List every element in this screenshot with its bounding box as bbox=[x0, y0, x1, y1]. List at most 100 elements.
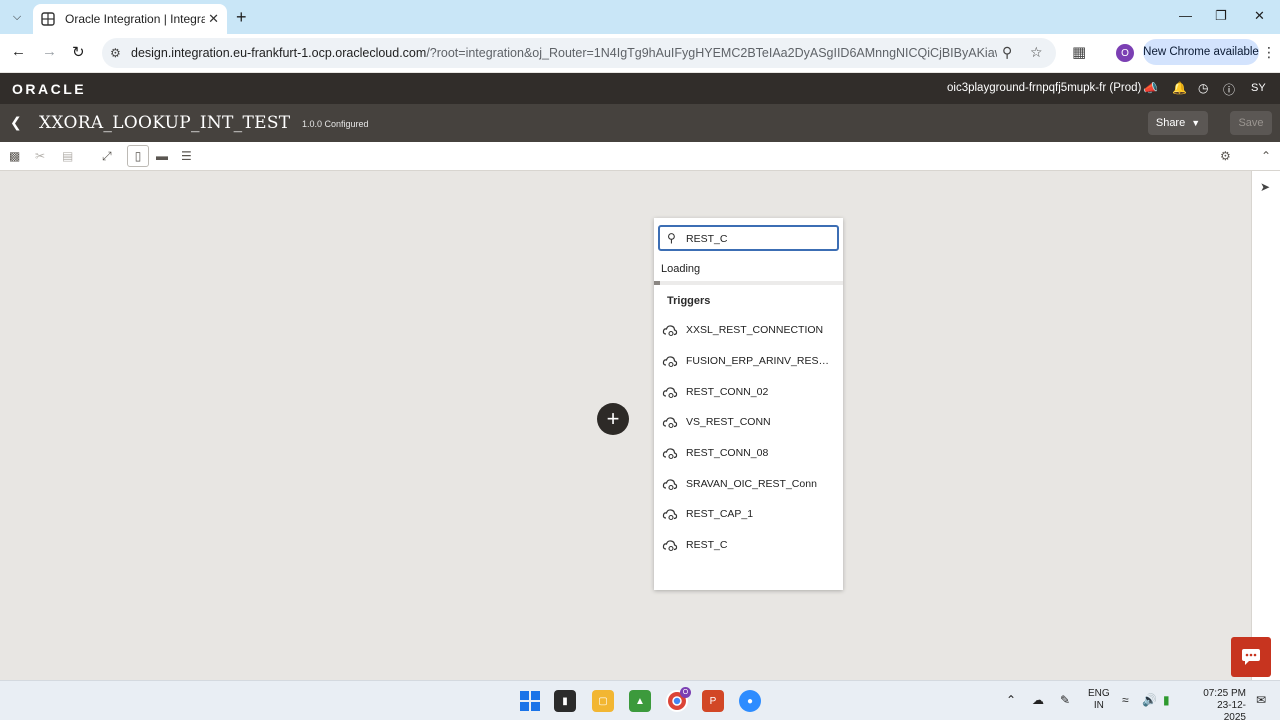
collapse-up-icon[interactable]: ⌃ bbox=[1261, 149, 1271, 163]
connection-list-item[interactable]: REST_CONN_08 bbox=[654, 438, 843, 469]
terminal-app-icon[interactable]: ▮ bbox=[554, 690, 576, 712]
connection-name: REST_C bbox=[686, 539, 728, 552]
connection-list-item[interactable]: REST_C bbox=[654, 530, 843, 561]
forward-arrow-icon[interactable]: → bbox=[42, 43, 57, 60]
rest-adapter-cloud-icon bbox=[662, 479, 678, 490]
input-language-indicator[interactable]: ENG IN bbox=[1088, 688, 1110, 712]
paste-icon[interactable]: ▤ bbox=[62, 149, 73, 163]
browser-tab-strip: ⌵ Oracle Integration | Integration ✕ + —… bbox=[0, 0, 1280, 34]
notification-center-icon[interactable]: ✉ bbox=[1256, 693, 1266, 707]
trigger-search-box[interactable]: ⚲ bbox=[658, 225, 839, 251]
share-button-label: Share bbox=[1155, 117, 1186, 129]
rest-adapter-cloud-icon bbox=[662, 356, 678, 368]
oracle-header: ORACLE oic3playground-frnpqfj5mupk-fr (P… bbox=[0, 73, 1280, 104]
browser-toolbar: ← → ↻ ⚙ design.integration.eu-frankfurt-… bbox=[0, 34, 1280, 72]
bookmark-star-icon[interactable]: ☆ bbox=[1030, 44, 1043, 61]
region-code: IN bbox=[1093, 700, 1104, 711]
zoom-magnifier-icon[interactable]: ⚲ bbox=[1002, 44, 1012, 61]
new-tab-plus-icon[interactable]: + bbox=[236, 8, 247, 26]
oracle-logo[interactable]: ORACLE bbox=[12, 81, 86, 97]
user-menu[interactable]: SY bbox=[1251, 82, 1266, 94]
rest-adapter-cloud-icon bbox=[662, 417, 678, 429]
clock-time: 07:25 PM bbox=[1203, 688, 1246, 699]
pseudo-view-icon[interactable]: ☰ bbox=[181, 149, 192, 163]
volume-icon[interactable]: 🔊 bbox=[1142, 693, 1157, 707]
wifi-icon[interactable]: ≈ bbox=[1122, 693, 1129, 707]
restore-icon[interactable]: ❐ bbox=[1215, 8, 1227, 24]
back-chevron-icon[interactable]: ❮ bbox=[10, 114, 22, 131]
windows-taskbar: ▮ ▢ ▲ O P ● ⌃ ☁ ✎ ENG IN ≈ 🔊 ▮ 07:25 PM … bbox=[0, 680, 1280, 720]
vertical-layout-icon[interactable]: ▯ bbox=[127, 145, 149, 167]
powerpoint-icon[interactable]: P bbox=[702, 690, 724, 712]
tray-overflow-chevron-icon[interactable]: ⌃ bbox=[1006, 693, 1016, 707]
select-icon[interactable]: ▩ bbox=[9, 149, 20, 163]
oracle-integration-favicon-icon bbox=[41, 12, 55, 26]
connection-list-item[interactable]: REST_CONN_02 bbox=[654, 376, 843, 407]
connection-list-item[interactable]: FUSION_ERP_ARINV_REST_C... bbox=[654, 346, 843, 377]
connection-name: REST_CONN_08 bbox=[686, 447, 769, 460]
address-bar[interactable]: ⚙ design.integration.eu-frankfurt-1.ocp.… bbox=[102, 38, 1056, 68]
add-trigger-plus-button[interactable]: + bbox=[597, 403, 629, 435]
connection-list-item[interactable]: XXSL_REST_CONNECTION bbox=[654, 315, 843, 346]
reload-icon[interactable]: ↻ bbox=[72, 43, 85, 61]
rest-adapter-cloud-icon bbox=[662, 325, 678, 337]
connection-list-item[interactable]: VS_REST_CONN bbox=[654, 407, 843, 438]
chat-bubble-icon bbox=[1242, 649, 1260, 665]
connection-name: VS_REST_CONN bbox=[686, 416, 771, 429]
windows-logo-icon bbox=[520, 691, 540, 711]
connection-name: REST_CONN_02 bbox=[686, 385, 769, 398]
zoom-app-icon[interactable]: ● bbox=[739, 690, 761, 712]
file-explorer-icon[interactable]: ▢ bbox=[592, 690, 614, 712]
browser-tab[interactable]: Oracle Integration | Integration ✕ bbox=[33, 4, 227, 34]
connection-list-item[interactable]: REST_CAP_1 bbox=[654, 499, 843, 530]
canvas-toolbar: ▩ ✂ ▤ ⤢ ▯ ▬ ☰ ⚙ ⌃ bbox=[0, 142, 1280, 171]
browser-tab-title: Oracle Integration | Integration bbox=[65, 12, 205, 26]
recent-activity-icon[interactable]: ◷ bbox=[1198, 81, 1208, 95]
minimize-icon[interactable]: — bbox=[1179, 8, 1192, 23]
cut-icon[interactable]: ✂ bbox=[35, 149, 45, 163]
horizontal-layout-icon[interactable]: ▬ bbox=[156, 149, 168, 163]
new-chrome-available-button[interactable]: New Chrome available bbox=[1143, 39, 1259, 65]
environment-name[interactable]: oic3playground-frnpqfj5mupk-fr (Prod) bbox=[947, 82, 1141, 94]
clock-date: 23-12-2025 bbox=[1217, 700, 1246, 720]
onedrive-cloud-icon[interactable]: ☁ bbox=[1032, 693, 1044, 707]
back-arrow-icon[interactable]: ← bbox=[11, 43, 26, 60]
collapse-icon[interactable]: ⤢ bbox=[102, 149, 112, 164]
photos-app-icon[interactable]: ▲ bbox=[629, 690, 651, 712]
notifications-bell-icon[interactable]: 🔔 bbox=[1172, 81, 1187, 95]
close-tab-icon[interactable]: ✕ bbox=[208, 11, 219, 27]
pen-input-icon[interactable]: ✎ bbox=[1060, 693, 1070, 707]
share-button[interactable]: Share ▼ bbox=[1148, 111, 1208, 135]
expand-panel-icon[interactable]: ➤ bbox=[1260, 180, 1270, 194]
language-code: ENG bbox=[1088, 688, 1110, 699]
battery-icon[interactable]: ▮ bbox=[1163, 693, 1170, 707]
windows-start-icon[interactable] bbox=[519, 690, 541, 712]
help-icon[interactable]: ⓘ bbox=[1223, 81, 1235, 98]
trigger-search-popup: ⚲ Loading Triggers XXSL_REST_CONNECTION F… bbox=[654, 218, 843, 590]
integration-name: XXORA_LOOKUP_INT_TEST bbox=[39, 113, 291, 133]
connection-list: XXSL_REST_CONNECTION FUSION_ERP_ARINV_RES… bbox=[654, 315, 843, 561]
url-host: design.integration.eu-frankfurt-1.ocp.or… bbox=[131, 46, 427, 60]
chat-assistant-button[interactable] bbox=[1231, 637, 1271, 677]
save-button[interactable]: Save bbox=[1230, 111, 1272, 135]
search-icon: ⚲ bbox=[667, 231, 676, 245]
system-clock[interactable]: 07:25 PM 23-12-2025 bbox=[1200, 688, 1246, 720]
loading-label: Loading bbox=[661, 263, 701, 275]
right-panel-rail: ➤ bbox=[1251, 171, 1280, 680]
extensions-puzzle-icon[interactable]: ▦ bbox=[1072, 43, 1086, 61]
rest-adapter-cloud-icon bbox=[662, 448, 678, 460]
chevron-down-icon: ▼ bbox=[1191, 118, 1201, 128]
loading-progress-bar bbox=[654, 281, 843, 285]
connection-name: XXSL_REST_CONNECTION bbox=[686, 324, 824, 337]
url-text[interactable]: design.integration.eu-frankfurt-1.ocp.or… bbox=[131, 46, 997, 60]
connection-list-item[interactable]: SRAVAN_OIC_REST_Conn bbox=[654, 468, 843, 499]
settings-gear-icon[interactable]: ⚙ bbox=[1220, 149, 1231, 163]
triggers-section-heading: Triggers bbox=[667, 295, 711, 307]
profile-avatar[interactable]: O bbox=[1116, 44, 1134, 62]
site-info-icon[interactable]: ⚙ bbox=[110, 46, 121, 60]
close-window-icon[interactable]: ✕ bbox=[1254, 8, 1265, 24]
browser-menu-icon[interactable]: ⋮ bbox=[1262, 44, 1276, 61]
announcement-megaphone-icon[interactable]: 📣 bbox=[1143, 81, 1158, 95]
trigger-search-input[interactable] bbox=[686, 230, 831, 247]
tab-search-icon[interactable]: ⌵ bbox=[6, 7, 28, 27]
